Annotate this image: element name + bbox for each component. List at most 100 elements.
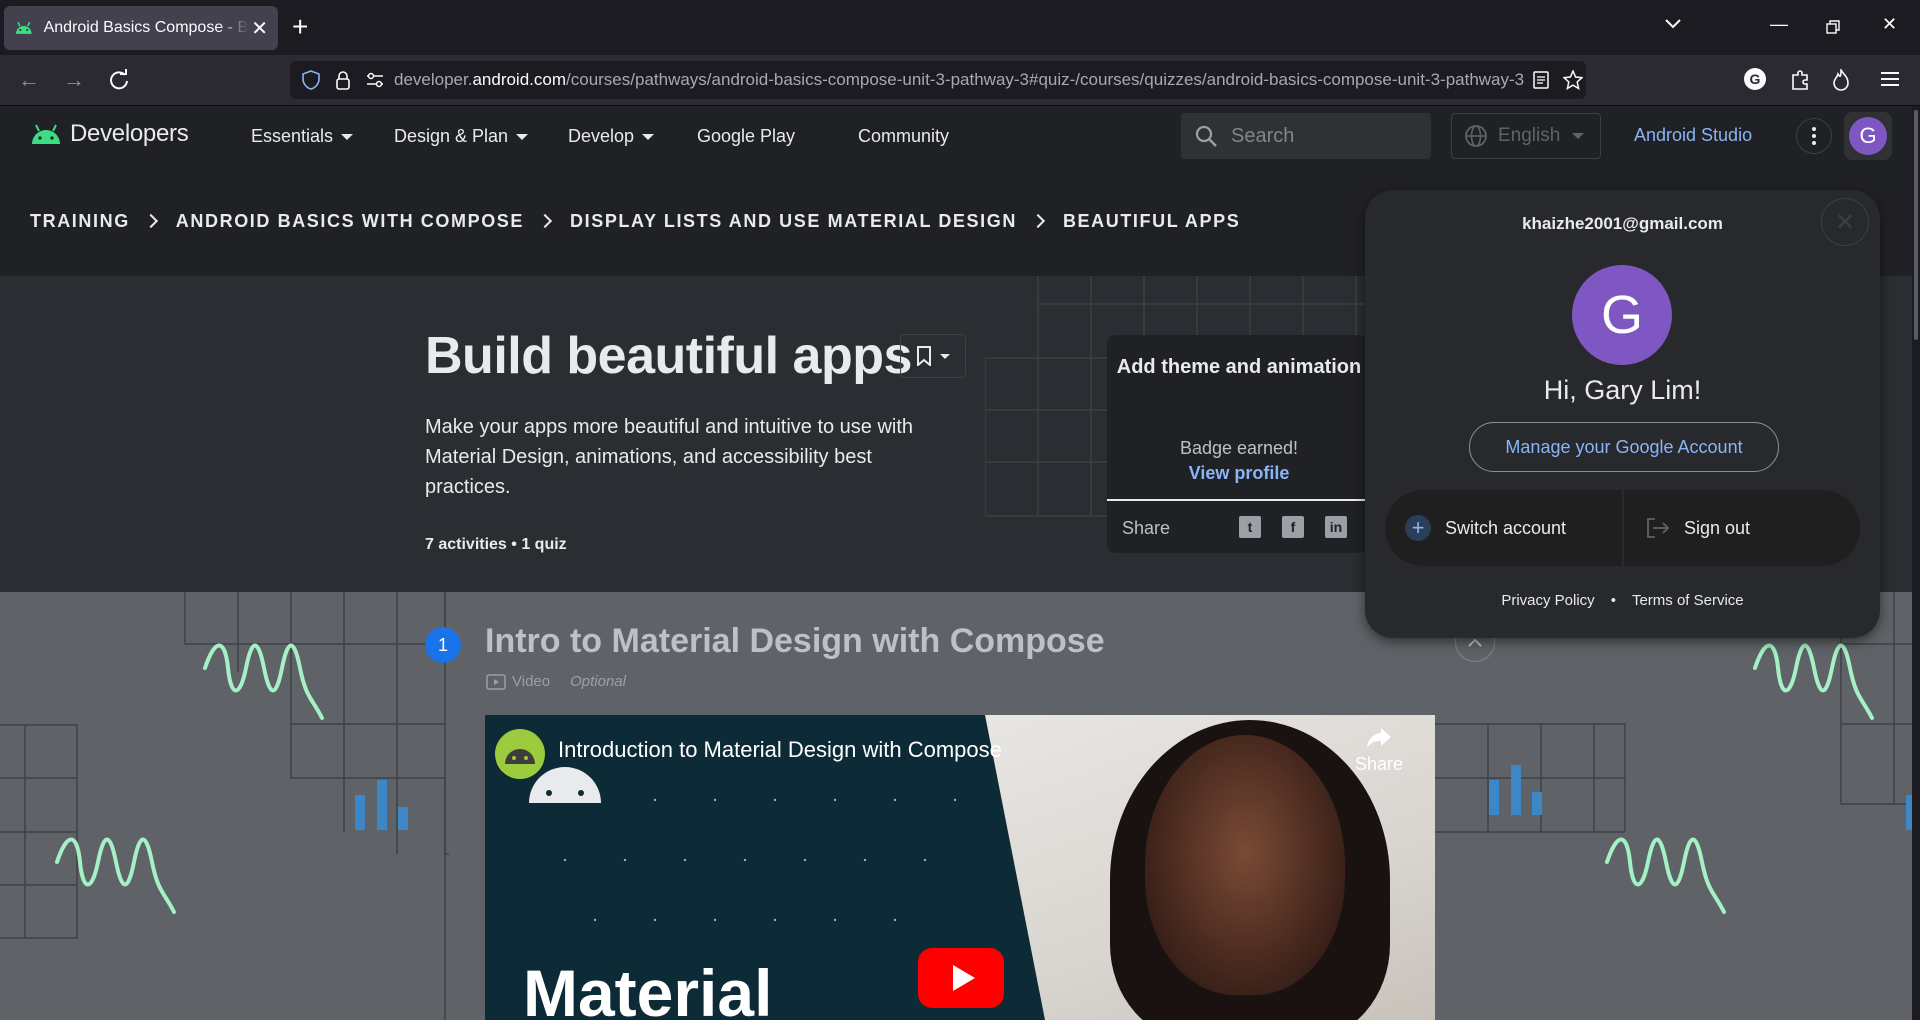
close-icon[interactable]: ✕	[1821, 198, 1869, 246]
nav-label: Essentials	[251, 126, 334, 146]
sign-out-label: Sign out	[1684, 517, 1751, 538]
page-scrollbar[interactable]	[1912, 106, 1920, 1020]
account-greeting: Hi, Gary Lim!	[1543, 375, 1702, 405]
chevron-down-icon	[642, 133, 655, 140]
search-icon	[1195, 125, 1217, 147]
tab-list-chevron-icon[interactable]	[1664, 18, 1682, 30]
grammarly-extension-icon[interactable]: G	[1744, 68, 1766, 90]
minimize-icon[interactable]: —	[1770, 14, 1788, 35]
sign-out-button[interactable]: Sign out	[1622, 490, 1859, 566]
manage-account-button[interactable]: Manage your Google Account	[1469, 422, 1779, 472]
chevron-right-icon	[143, 213, 158, 229]
account-footer: Privacy Policy • Terms of Service	[1365, 592, 1880, 609]
scrollbar-thumb[interactable]	[1914, 110, 1918, 340]
chevron-right-icon	[1030, 213, 1046, 229]
page-title: Build beautiful apps	[425, 327, 912, 385]
language-select[interactable]: English	[1451, 113, 1601, 159]
plus-icon: +	[1405, 515, 1431, 541]
sign-out-icon	[1647, 518, 1670, 538]
android-studio-link[interactable]: Android Studio	[1634, 125, 1752, 146]
step-type: Video	[512, 673, 551, 690]
account-email: khaizhe2001@gmail.com	[1522, 214, 1723, 233]
site-header: Developers Essentials Design & Plan Deve…	[0, 106, 1920, 166]
window-close-icon[interactable]: ✕	[1882, 14, 1897, 35]
bookmark-star-icon[interactable]	[1562, 69, 1584, 91]
account-avatar: G	[1572, 265, 1672, 365]
tab-title: Android Basics Compose - Build beautiful…	[43, 19, 250, 36]
channel-avatar[interactable]	[495, 729, 545, 779]
globe-icon	[1465, 125, 1487, 147]
share-arrow-icon	[1367, 728, 1392, 748]
url-bar[interactable]: developer.android.com/courses/pathways/a…	[290, 61, 1586, 99]
presenter-face	[1145, 735, 1345, 995]
nav-google-play[interactable]: Google Play	[697, 126, 795, 147]
back-icon[interactable]: ←	[18, 67, 40, 93]
lock-icon[interactable]	[332, 69, 354, 91]
video-share-label: Share	[1355, 754, 1404, 774]
video-icon	[486, 673, 506, 690]
site-permissions-icon[interactable]	[364, 69, 386, 91]
nav-design-plan[interactable]: Design & Plan	[394, 126, 529, 147]
account-actions: + Switch account Sign out	[1385, 490, 1860, 566]
breadcrumb-display-lists[interactable]: DISPLAY LISTS AND USE MATERIAL DESIGN	[570, 211, 1017, 232]
nav-essentials[interactable]: Essentials	[251, 126, 354, 147]
site-search-input[interactable]: Search	[1181, 113, 1431, 159]
breadcrumb-beautiful-apps[interactable]: BEAUTIFUL APPS	[1063, 211, 1240, 232]
tracking-shield-icon[interactable]	[300, 69, 322, 91]
view-profile-link[interactable]: View profile	[1107, 463, 1367, 484]
android-favicon-icon	[15, 21, 32, 34]
step-meta: Video Optional	[486, 673, 626, 690]
switch-account-button[interactable]: + Switch account	[1385, 490, 1622, 566]
restore-icon[interactable]	[1826, 20, 1840, 34]
language-label: English	[1498, 125, 1561, 146]
logo-text: Developers	[70, 120, 189, 147]
url-text: developer.android.com/courses/pathways/a…	[394, 70, 1524, 89]
nav-label: Google Play	[697, 126, 796, 146]
more-options-icon[interactable]	[1796, 118, 1832, 154]
badge-title: Add theme and animation	[1116, 356, 1362, 378]
linkedin-icon[interactable]: in	[1325, 516, 1347, 538]
chevron-down-icon	[1572, 133, 1585, 139]
tab-close-icon[interactable]: ✕	[251, 16, 268, 41]
badge-card: Add theme and animation Badge earned! Vi…	[1107, 335, 1367, 553]
browser-tab[interactable]: Android Basics Compose - Build beautiful…	[4, 6, 278, 50]
flame-extension-icon[interactable]	[1832, 69, 1850, 91]
divider	[1107, 499, 1367, 501]
chevron-up-icon	[1468, 638, 1482, 647]
share-label: Share	[1122, 518, 1171, 538]
extensions-puzzle-icon[interactable]	[1790, 69, 1810, 91]
nav-label: Design & Plan	[394, 126, 509, 146]
chevron-right-icon	[537, 213, 553, 229]
footer-separator: •	[1610, 592, 1616, 609]
step-number: 1	[425, 627, 461, 663]
play-button[interactable]	[918, 948, 1004, 1008]
nav-community[interactable]: Community	[858, 126, 949, 147]
twitter-icon[interactable]: t	[1239, 516, 1261, 538]
breadcrumb-training[interactable]: TRAINING	[30, 211, 130, 232]
video-title[interactable]: Introduction to Material Design with Com…	[558, 737, 1002, 763]
video-share-button[interactable]: Share	[1355, 727, 1403, 775]
browser-nav-bar: ← → developer.android.com/courses/pathwa…	[0, 55, 1920, 106]
developers-logo[interactable]: Developers	[30, 120, 189, 148]
breadcrumb-android-basics[interactable]: ANDROID BASICS WITH COMPOSE	[176, 211, 524, 232]
badge-earned-text: Badge earned!	[1179, 438, 1299, 458]
course-content: 1 Intro to Material Design with Compose …	[0, 592, 1920, 1020]
terms-of-service-link[interactable]: Terms of Service	[1632, 592, 1744, 609]
forward-icon[interactable]: →	[63, 67, 85, 93]
step-title[interactable]: Intro to Material Design with Compose	[485, 622, 1105, 661]
facebook-icon[interactable]: f	[1282, 516, 1304, 538]
reload-icon[interactable]	[108, 69, 130, 91]
account-popup: khaizhe2001@gmail.com ✕ G Hi, Gary Lim! …	[1365, 190, 1880, 638]
video-player[interactable]: Introduction to Material Design with Com…	[485, 715, 1435, 1020]
reader-view-icon[interactable]	[1530, 69, 1552, 91]
app-menu-icon[interactable]	[1880, 70, 1900, 88]
video-overlay-text: Material	[523, 956, 773, 1020]
new-tab-icon[interactable]: +	[292, 13, 308, 41]
account-avatar-button[interactable]: G	[1844, 112, 1892, 160]
bookmark-button[interactable]	[900, 334, 966, 378]
activity-count: 7 activities • 1 quiz	[425, 536, 567, 553]
privacy-policy-link[interactable]: Privacy Policy	[1501, 592, 1594, 609]
chevron-down-icon	[341, 133, 354, 140]
bookmark-icon	[917, 346, 931, 366]
nav-develop[interactable]: Develop	[568, 126, 655, 147]
